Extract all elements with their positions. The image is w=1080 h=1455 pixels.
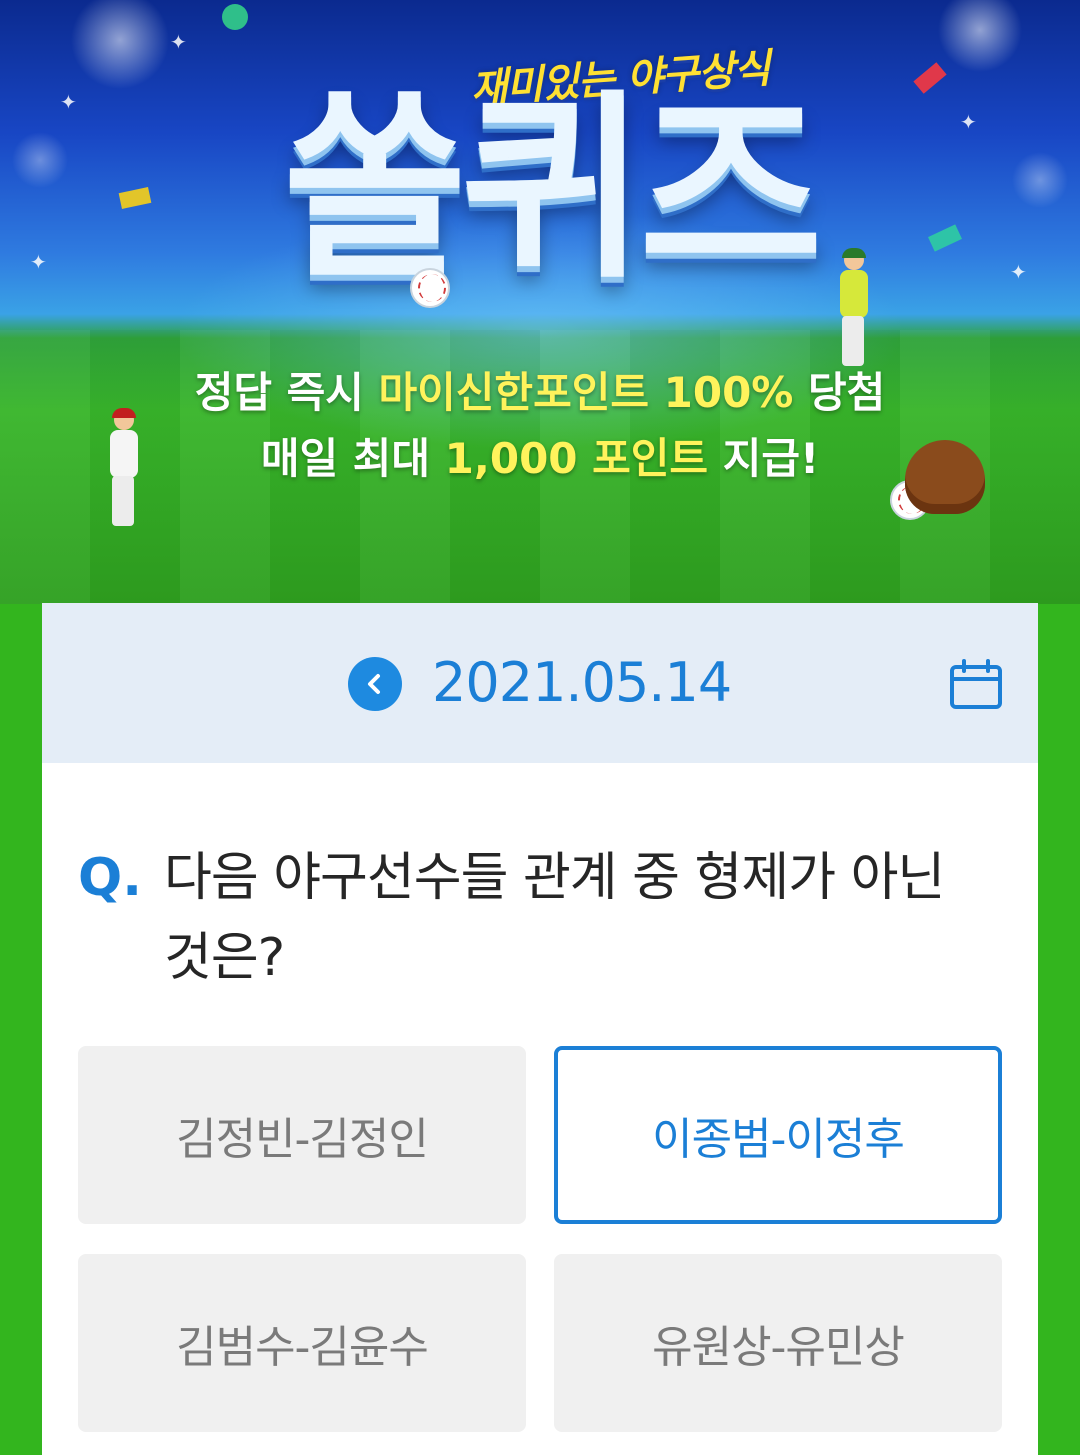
headline-text: 당첨 <box>793 368 886 417</box>
chevron-left-icon <box>368 674 380 694</box>
hero-banner: ✦ ✦ ✦ ✦ ✦ 재미있는 야구상식 쏠퀴즈 정답 즉시 마이신한포인트 10… <box>0 0 1080 604</box>
headline-text: 정답 즉시 <box>194 368 379 417</box>
sparkle-icon: ✦ <box>1010 260 1027 284</box>
question-text: 다음 야구선수들 관계 중 형제가 아닌 것은? <box>164 848 945 988</box>
headline-highlight: 마이신한포인트 100% <box>378 368 794 417</box>
answer-option-4[interactable]: 유원상-유민상 <box>554 1254 1002 1432</box>
current-date: 2021.05.14 <box>432 651 732 714</box>
date-navigation: 2021.05.14 <box>42 603 1038 763</box>
sparkle-icon: ✦ <box>30 250 47 274</box>
headline-line-2: 매일 최대 1,000 포인트 지급! <box>0 426 1080 492</box>
sparkle-icon: ✦ <box>60 90 77 114</box>
banner-title: 쏠퀴즈 <box>282 73 823 306</box>
confetti <box>222 4 248 30</box>
batter-illustration <box>830 248 876 370</box>
headline-text: 매일 최대 <box>260 434 445 483</box>
headline-line-1: 정답 즉시 마이신한포인트 100% 당첨 <box>0 360 1080 426</box>
previous-date-button[interactable] <box>348 657 402 711</box>
quiz-card: 2021.05.14 Q. 다음 야구선수들 관계 중 형제가 아닌 것은? 김… <box>42 603 1038 1455</box>
calendar-button[interactable] <box>948 657 1004 713</box>
answer-option-2[interactable]: 이종범-이정후 <box>554 1046 1002 1224</box>
sparkle-icon: ✦ <box>170 30 187 54</box>
answer-option-3[interactable]: 김범수-김윤수 <box>78 1254 526 1432</box>
headline-text: 지급! <box>708 434 820 483</box>
headline-highlight: 1,000 포인트 <box>444 434 709 483</box>
baseball-icon <box>410 268 450 308</box>
sparkle-icon: ✦ <box>960 110 977 134</box>
answer-option-1[interactable]: 김정빈-김정인 <box>78 1046 526 1224</box>
banner-headline: 정답 즉시 마이신한포인트 100% 당첨 매일 최대 1,000 포인트 지급… <box>0 360 1080 492</box>
calendar-icon <box>950 659 1002 709</box>
question-marker: Q. <box>78 848 142 908</box>
